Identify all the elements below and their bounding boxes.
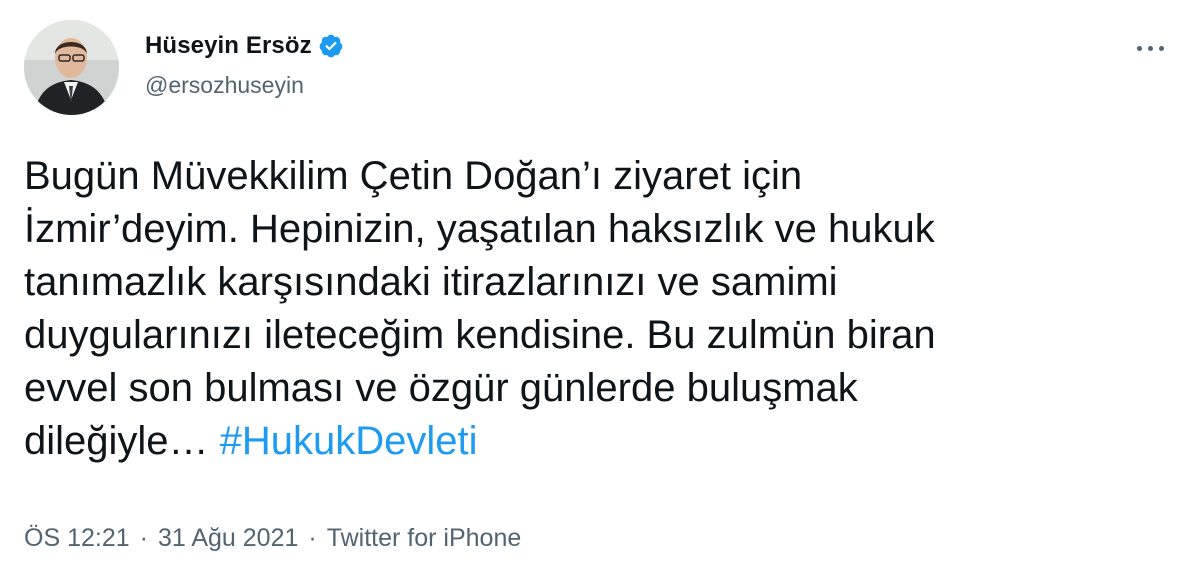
meta-separator: · [139, 524, 148, 552]
verified-badge-icon [319, 34, 343, 58]
author-handle[interactable]: @ersozhuseyin [145, 72, 344, 99]
tweet-body: Bugün Müvekkilim Çetin Doğan’ı ziyaret i… [24, 154, 936, 463]
author-names: Hüseyin Ersöz @ersozhuseyin [145, 30, 344, 99]
tweet-source[interactable]: Twitter for iPhone [327, 524, 522, 553]
avatar[interactable] [24, 20, 119, 115]
display-name-row: Hüseyin Ersöz [145, 30, 344, 62]
more-options-icon [1147, 45, 1153, 51]
avatar-image [24, 20, 119, 115]
tweet-time[interactable]: ÖS 12:21 [24, 524, 130, 553]
tweet-header: Hüseyin Ersöz @ersozhuseyin [24, 20, 1176, 120]
more-options-icon [1158, 45, 1164, 51]
meta-separator: · [308, 524, 317, 552]
tweet-text: Bugün Müvekkilim Çetin Doğan’ı ziyaret i… [24, 150, 1164, 468]
more-options-icon [1136, 45, 1142, 51]
tweet-metadata: ÖS 12:21 · 31 Ağu 2021 · Twitter for iPh… [24, 524, 521, 553]
display-name[interactable]: Hüseyin Ersöz [145, 32, 312, 60]
more-options-button[interactable] [1128, 32, 1172, 64]
hashtag-link[interactable]: #HukukDevleti [220, 419, 478, 463]
tweet-date[interactable]: 31 Ağu 2021 [158, 524, 298, 553]
